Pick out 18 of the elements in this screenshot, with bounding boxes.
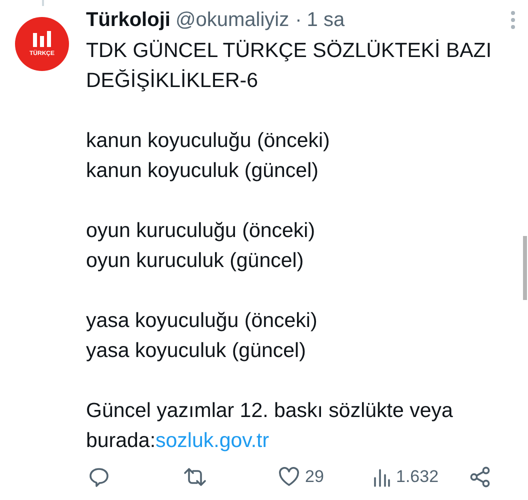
views-icon[interactable] [373, 467, 391, 487]
tweet-paragraph: Güncel yazımlar 12. baskı sözlükte veya burada:sozluk.gov.tr [86, 398, 454, 454]
bar-chart-icon [32, 31, 52, 47]
action-count: 1.632 [396, 467, 439, 487]
author-name[interactable]: Türkoloji [86, 8, 170, 32]
share-icon[interactable] [469, 466, 491, 488]
tweet-paragraph: yasa koyuculuğu (önceki) yasa koyuculuk (güncel) [86, 308, 318, 364]
tweet-paragraph: kanun koyuculuğu (önceki) kanun koyuculuk (güncel) [86, 128, 331, 184]
retweet-icon[interactable] [183, 466, 207, 488]
action-count: 29 [305, 467, 324, 487]
separator-dot: · [295, 8, 302, 32]
heart-icon[interactable] [278, 467, 300, 487]
tweet-paragraph: oyun kuruculuğu (önceki) oyun kuruculuk (güncel) [86, 218, 316, 274]
reply-icon[interactable] [88, 466, 110, 488]
author-handle[interactable]: @okumaliyiz [175, 8, 290, 32]
tweet-paragraph: TDK GÜNCEL TÜRKÇE SÖZLÜKTEKİ BAZI DEĞİŞİKLİKLER-6 [86, 38, 493, 94]
post-time[interactable]: 1 sa [306, 8, 345, 32]
scrollbar-thumb[interactable] [523, 236, 527, 300]
